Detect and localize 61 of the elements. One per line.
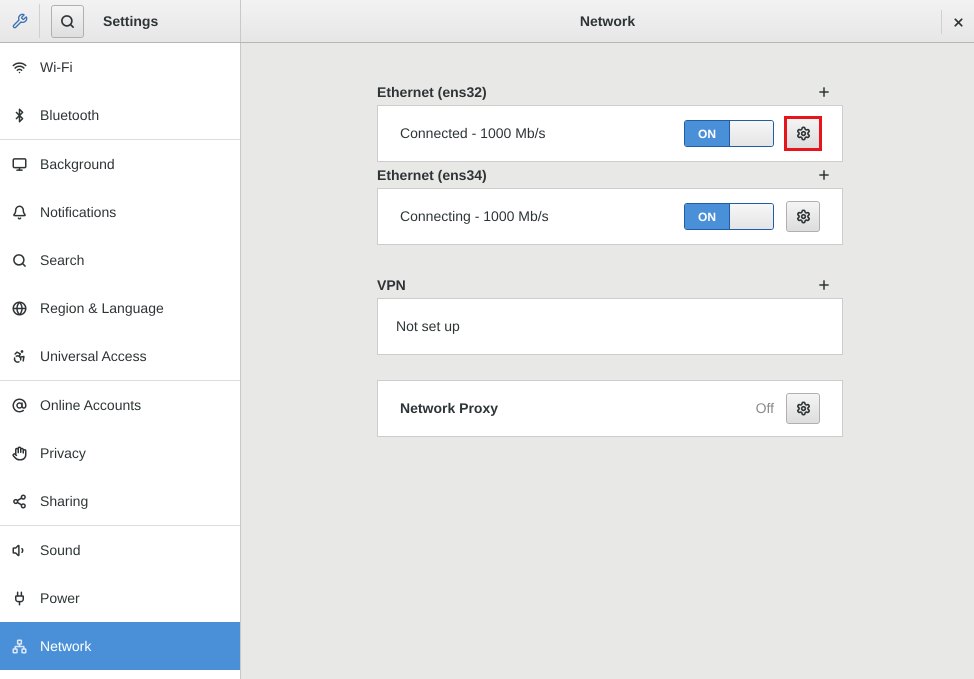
bell-icon [12,204,27,220]
proxy-value: Off [756,399,774,418]
sidebar-item[interactable]: Privacy [0,429,240,477]
sidebar-label: Region & Language [40,298,164,318]
connection-status: Connected - 1000 Mb/s [400,124,547,143]
sidebar-item[interactable]: Search [0,236,240,284]
sidebar-item[interactable]: Wi-Fi [0,43,240,91]
sidebar-label: Network [40,636,92,656]
window-title: Network [580,12,636,30]
section-heading: Ethernet (ens34) [377,166,487,185]
sidebar-item[interactable]: Region & Language [0,284,240,332]
toggle-label: ON [685,121,729,146]
sidebar-label: Power [40,588,80,608]
app-title: Settings [103,12,158,31]
settings-button[interactable] [786,201,820,232]
wifi-icon [12,60,27,74]
search-button[interactable] [51,4,84,38]
toggle-label: ON [685,204,729,229]
connection-status: Connecting - 1000 Mb/s [400,207,550,226]
hand-icon [12,446,27,460]
tools-icon[interactable] [12,13,28,29]
proxy-label: Network Proxy [400,399,500,418]
sidebar-item[interactable]: Sound [0,526,240,574]
globe-icon [12,300,27,316]
sidebar-label: Sharing [40,492,88,511]
sidebar-label: Bluetooth [40,106,100,124]
search-icon [12,252,27,268]
settings-icon [796,401,810,416]
sidebar-label: Privacy [40,444,86,463]
add-icon [817,278,831,292]
plug-icon [12,590,27,606]
sidebar-label: Wi-Fi [40,58,73,76]
sidebar-label: Search [40,250,84,270]
settings-icon [796,126,810,141]
search-icon [60,14,75,28]
sidebar-item[interactable]: Online Accounts [0,381,240,429]
sidebar-item[interactable]: Notifications [0,188,240,236]
sidebar-item[interactable]: Background [0,140,240,188]
sidebar-item[interactable]: Bluetooth [0,91,240,139]
sidebar-label: Notifications [40,202,116,222]
monitor-icon [12,156,27,172]
section-heading: Ethernet (ens32) [377,82,487,102]
add-icon [817,85,831,99]
settings-icon [796,209,810,224]
accessibility-icon [12,348,27,364]
close-icon[interactable] [952,16,965,28]
section-heading: VPN [377,276,406,294]
sidebar-label: Online Accounts [40,396,142,414]
at-sign-icon [12,398,27,412]
sidebar-item[interactable]: Universal Access [0,332,240,380]
sidebar-item[interactable]: Sharing [0,477,240,525]
sidebar-label: Sound [40,540,80,560]
vpn-status: Not set up [396,317,460,336]
network-icon [12,638,27,654]
settings-button[interactable] [786,393,820,424]
add-icon [817,168,831,182]
settings-button[interactable] [784,116,822,151]
sidebar-label: Background [40,154,115,174]
share-icon [12,494,27,508]
sidebar-item[interactable]: Power [0,574,240,622]
sidebar-label: Universal Access [40,346,147,366]
